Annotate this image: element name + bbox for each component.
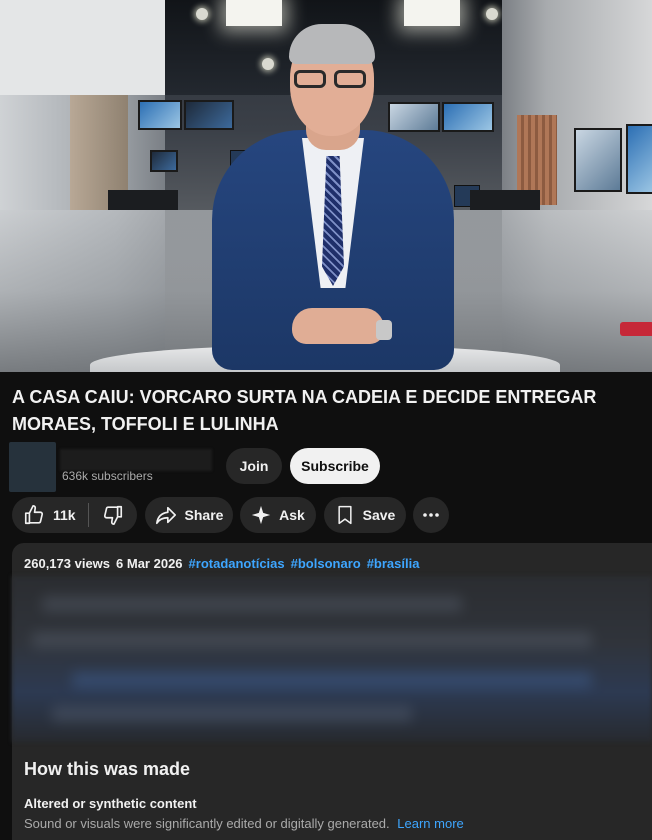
studio-wall-panel bbox=[0, 0, 165, 95]
studio-desk bbox=[108, 190, 178, 210]
like-count: 11k bbox=[53, 507, 76, 523]
synthetic-content-text: Sound or visuals were significantly edit… bbox=[24, 816, 464, 831]
hashtag-link[interactable]: #bolsonaro bbox=[291, 556, 361, 571]
learn-more-link[interactable]: Learn more bbox=[397, 816, 463, 831]
anchor-hands bbox=[292, 308, 384, 344]
studio-light bbox=[404, 0, 460, 26]
studio-screen bbox=[150, 150, 178, 172]
anchor-watch bbox=[376, 320, 392, 340]
studio-spotlight bbox=[196, 8, 208, 20]
sparkle-icon bbox=[251, 505, 271, 525]
subscribe-button[interactable]: Subscribe bbox=[290, 448, 380, 484]
channel-avatar[interactable] bbox=[9, 442, 56, 492]
synthetic-content-description: Sound or visuals were significantly edit… bbox=[24, 816, 390, 831]
studio-screen bbox=[442, 102, 494, 132]
channel-name-redacted[interactable] bbox=[60, 449, 212, 471]
share-icon bbox=[155, 504, 177, 526]
studio-spotlight bbox=[486, 8, 498, 20]
studio-spotlight bbox=[262, 58, 274, 70]
studio-screen bbox=[626, 124, 652, 194]
channel-watermark bbox=[620, 322, 652, 336]
studio-light bbox=[226, 0, 282, 26]
ask-label: Ask bbox=[279, 507, 305, 523]
save-button[interactable]: Save bbox=[324, 497, 406, 533]
description-meta: 260,173 views 6 Mar 2026 #rotadanotícias… bbox=[24, 556, 419, 571]
share-button[interactable]: Share bbox=[145, 497, 233, 533]
more-actions-button[interactable] bbox=[413, 497, 449, 533]
synthetic-content-label: Altered or synthetic content bbox=[24, 796, 197, 811]
more-horizontal-icon bbox=[422, 506, 440, 524]
hashtag-link[interactable]: #brasília bbox=[367, 556, 420, 571]
dislike-button[interactable] bbox=[89, 497, 137, 533]
video-player[interactable] bbox=[0, 0, 652, 372]
ask-button[interactable]: Ask bbox=[240, 497, 316, 533]
thumbs-up-icon bbox=[23, 504, 45, 526]
save-label: Save bbox=[362, 507, 396, 523]
share-label: Share bbox=[184, 507, 224, 523]
studio-screen bbox=[574, 128, 622, 192]
join-button[interactable]: Join bbox=[226, 448, 282, 484]
studio-desk bbox=[470, 190, 540, 210]
hashtag-link[interactable]: #rotadanotícias bbox=[189, 556, 285, 571]
how-made-heading: How this was made bbox=[24, 759, 191, 779]
like-button[interactable]: 11k bbox=[12, 497, 88, 533]
video-title: A CASA CAIU: VORCARO SURTA NA CADEIA E D… bbox=[12, 387, 597, 434]
subscriber-count: 636k subscribers bbox=[62, 469, 153, 483]
studio-screen bbox=[138, 100, 182, 130]
studio-screen bbox=[388, 102, 440, 132]
anchor-glasses bbox=[294, 70, 370, 90]
description-text-redacted bbox=[12, 576, 652, 742]
view-count: 260,173 views bbox=[24, 556, 111, 571]
like-dislike-group: 11k bbox=[12, 497, 137, 533]
upload-date: 6 Mar 2026 bbox=[116, 556, 183, 571]
thumbs-down-icon bbox=[102, 504, 124, 526]
studio-screen bbox=[184, 100, 234, 130]
bookmark-icon bbox=[335, 505, 355, 525]
anchor-hair bbox=[289, 24, 375, 64]
